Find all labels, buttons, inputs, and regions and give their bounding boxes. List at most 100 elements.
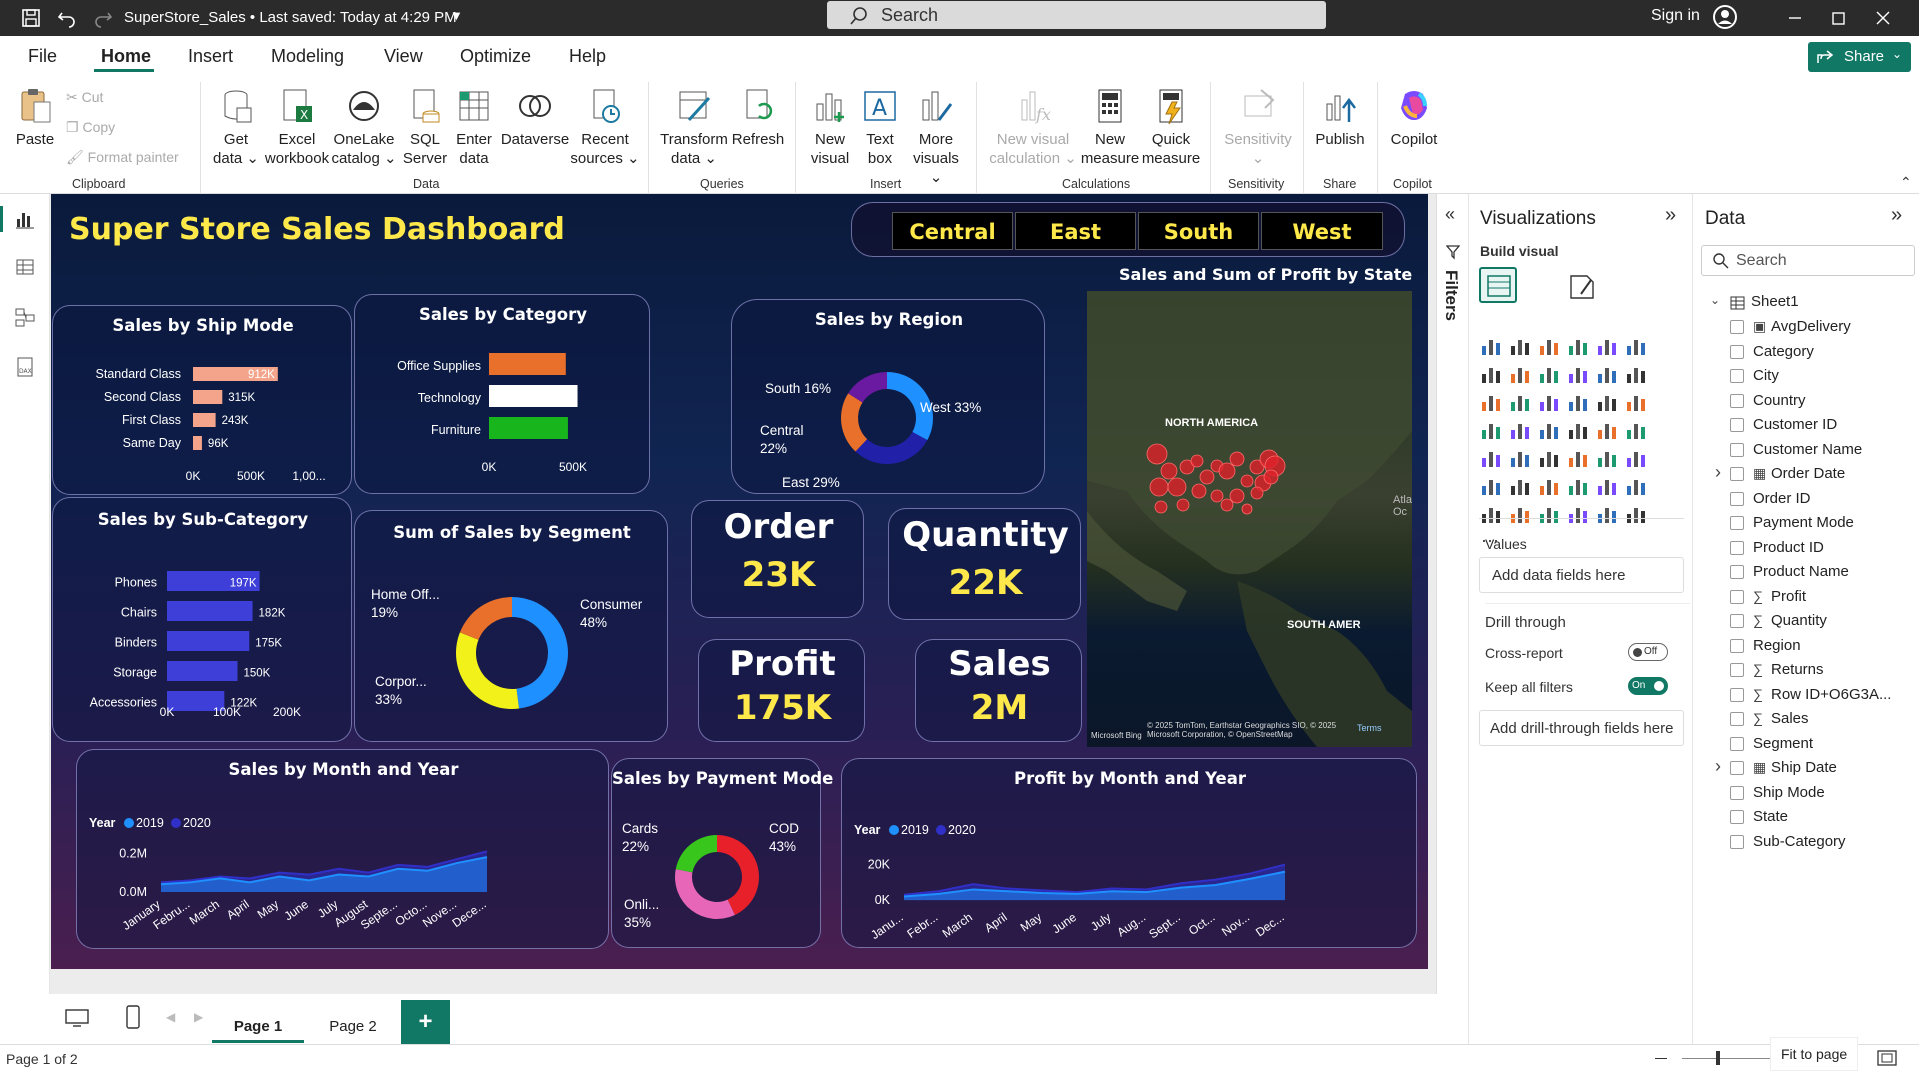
field-ship-mode[interactable]: Ship Mode — [1753, 784, 1825, 801]
field-profit[interactable]: Profit — [1771, 588, 1806, 605]
field-order-date[interactable]: Order Date — [1771, 465, 1845, 482]
expand-filters-icon[interactable]: « — [1445, 204, 1455, 225]
map-state-bubble[interactable] — [1149, 477, 1169, 497]
line-stacked-visual-icon[interactable] — [1508, 390, 1532, 414]
cross-report-toggle[interactable]: Off — [1628, 643, 1668, 661]
field-checkbox[interactable] — [1730, 638, 1744, 653]
map-state-bubble[interactable] — [1176, 498, 1190, 512]
qa-visual-icon[interactable] — [1566, 474, 1590, 498]
bar-storage[interactable] — [167, 661, 238, 681]
metrics-visual-icon[interactable] — [1566, 502, 1590, 526]
map-state-bubble[interactable] — [1190, 454, 1204, 468]
dax-query-view-icon[interactable]: DAX — [14, 356, 36, 378]
field-checkbox[interactable] — [1730, 491, 1744, 506]
stacked-area-visual-icon[interactable] — [1537, 362, 1561, 386]
field-segment[interactable]: Segment — [1753, 735, 1813, 752]
maximize-icon[interactable] — [1828, 8, 1848, 28]
ribbon-visual-icon[interactable] — [1566, 362, 1590, 386]
region-button-west[interactable]: West — [1261, 212, 1383, 250]
cut-button[interactable]: ✂ Cut — [66, 88, 103, 107]
bar-furniture[interactable] — [489, 417, 568, 439]
map-state-bubble[interactable] — [1167, 477, 1187, 497]
slice-home-office[interactable] — [459, 597, 512, 640]
transform-data-button[interactable]: Transform data ⌄ — [656, 86, 732, 168]
python-visual-visual-icon[interactable] — [1479, 474, 1503, 498]
field-checkbox[interactable] — [1730, 712, 1744, 726]
slice-central[interactable] — [841, 393, 868, 452]
slicer-visual-icon[interactable] — [1537, 446, 1561, 470]
map-terms-link[interactable]: Terms — [1357, 723, 1382, 733]
stacked-bar-visual-icon[interactable] — [1479, 334, 1503, 358]
map-state-bubble[interactable] — [1191, 483, 1207, 499]
text-box-button[interactable]: A Text box — [857, 86, 903, 168]
filled-map-visual-icon[interactable] — [1508, 418, 1532, 442]
fit-to-page-button[interactable]: Fit to page — [1770, 1037, 1858, 1071]
new-measure-button[interactable]: New measure — [1080, 86, 1140, 168]
field-row-id-o6g3a-[interactable]: Row ID+O6G3A... — [1771, 686, 1891, 703]
sales-month-card[interactable]: Sales by Month and Year Year 2019 2020 0.0M… — [76, 749, 609, 949]
map-state-bubble[interactable] — [1199, 469, 1215, 485]
field-ship-date[interactable]: Ship Date — [1771, 759, 1837, 776]
profit-kpi-card[interactable]: Profit 175K — [698, 639, 865, 742]
donut-visual-icon[interactable] — [1595, 390, 1619, 414]
field-category[interactable]: Category — [1753, 343, 1814, 360]
zoom-slider-thumb[interactable] — [1716, 1051, 1720, 1065]
field-customer-name[interactable]: Customer Name — [1753, 441, 1862, 458]
new-visual-calculation-button[interactable]: fx New visual calculation ⌄ — [988, 86, 1078, 168]
matrix-visual-icon[interactable] — [1595, 446, 1619, 470]
field-checkbox[interactable] — [1730, 614, 1744, 628]
100-bar-visual-icon[interactable] — [1595, 334, 1619, 358]
narrative-visual-icon[interactable] — [1595, 474, 1619, 498]
power-apps-visual-icon[interactable] — [1479, 502, 1503, 526]
enter-data-button[interactable]: Enter data — [450, 86, 498, 168]
slice-cards[interactable] — [675, 835, 717, 873]
map-state-bubble[interactable] — [1240, 474, 1254, 488]
bar-technology[interactable] — [489, 385, 578, 407]
order-kpi-card[interactable]: Order 23K — [691, 500, 864, 618]
clustered-column-visual-icon[interactable] — [1566, 334, 1590, 358]
bar-office-supplies[interactable] — [489, 353, 566, 375]
field-checkbox[interactable] — [1730, 687, 1744, 702]
mobile-layout-icon[interactable] — [125, 1005, 141, 1029]
bar-binders[interactable] — [167, 631, 250, 651]
report-view-icon[interactable] — [14, 208, 36, 230]
smart-narrative-visual-icon[interactable] — [1595, 502, 1619, 526]
field-returns[interactable]: Returns — [1771, 661, 1824, 678]
fit-page-icon[interactable] — [1876, 1049, 1898, 1067]
dataverse-button[interactable]: Dataverse — [500, 86, 570, 149]
menu-home[interactable]: Home — [101, 46, 151, 67]
expand-field-icon[interactable]: › — [1715, 756, 1721, 777]
field-state[interactable]: State — [1753, 808, 1788, 825]
field-checkbox[interactable] — [1730, 393, 1744, 408]
copilot-button[interactable]: Copilot — [1383, 86, 1445, 149]
page-tab-2[interactable]: Page 2 — [310, 1011, 396, 1043]
field-checkbox[interactable] — [1730, 516, 1744, 530]
sensitivity-button[interactable]: Sensitivity ⌄ — [1218, 86, 1298, 168]
region-button-south[interactable]: South — [1138, 212, 1259, 250]
profit-month-card[interactable]: Profit by Month and Year Year 2019 2020 0K 2… — [841, 758, 1417, 948]
map-state-bubble[interactable] — [1241, 503, 1253, 515]
100-column-visual-icon[interactable] — [1624, 334, 1648, 358]
map-state-bubble[interactable] — [1160, 462, 1178, 480]
field-quantity[interactable]: Quantity — [1771, 612, 1827, 629]
bar-second-class[interactable] — [193, 390, 223, 404]
slice-corporate[interactable] — [456, 632, 520, 709]
field-checkbox[interactable] — [1730, 320, 1744, 334]
slice-consumer[interactable] — [512, 597, 569, 709]
sign-in-link[interactable]: Sign in — [1651, 7, 1700, 25]
field-checkbox[interactable] — [1730, 785, 1744, 800]
region-button-central[interactable]: Central — [892, 212, 1013, 250]
line-visual-icon[interactable] — [1479, 362, 1503, 386]
field-checkbox[interactable] — [1730, 467, 1744, 481]
onelake-catalog-button[interactable]: OneLake catalog ⌄ — [330, 86, 398, 168]
map-state-bubble[interactable] — [1210, 489, 1224, 503]
trophy-visual-icon[interactable] — [1537, 502, 1561, 526]
funnel-visual-icon[interactable] — [1624, 362, 1648, 386]
table-visual-icon[interactable] — [1566, 446, 1590, 470]
category-card[interactable]: Sales by Category Office Supplies Technol… — [354, 294, 650, 494]
menu-modeling[interactable]: Modeling — [271, 46, 344, 67]
map-state-bubble[interactable] — [1229, 451, 1245, 467]
gauge-visual-icon[interactable] — [1595, 418, 1619, 442]
publish-button[interactable]: Publish — [1311, 86, 1369, 149]
shape-map-visual-icon[interactable] — [1537, 418, 1561, 442]
